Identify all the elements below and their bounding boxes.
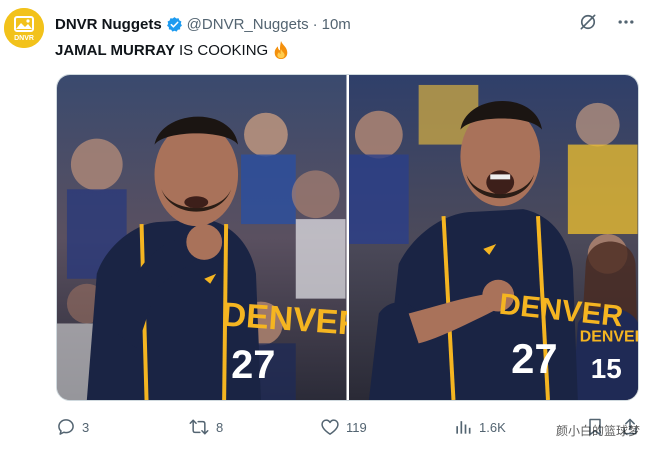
separator-dot: · xyxy=(312,15,318,33)
tweet-header: DNVR Nuggets @DNVR_Nuggets · 10m xyxy=(55,13,351,35)
like-count: 119 xyxy=(346,419,367,435)
retweet-count: 8 xyxy=(216,419,224,435)
avatar[interactable]: DNVR xyxy=(4,8,44,48)
tweet-media[interactable]: DENVER 27 DENVER 15 xyxy=(56,74,639,401)
display-name[interactable]: DNVR Nuggets xyxy=(55,16,162,33)
reply-icon xyxy=(58,419,74,435)
reply-button[interactable]: 3 xyxy=(56,417,89,437)
tweet-actions: 3 8 119 1.6K xyxy=(56,414,641,440)
tweet-text-rest: IS COOKING xyxy=(179,41,269,59)
tweet-text-bold: JAMAL MURRAY xyxy=(55,41,176,59)
views-count: 1.6K xyxy=(479,419,506,435)
like-button[interactable]: 119 xyxy=(320,417,367,437)
photo-left[interactable]: DENVER 27 xyxy=(57,75,347,400)
watermark: 颜小白的篮球梦 xyxy=(555,424,640,438)
grok-icon[interactable] xyxy=(578,12,598,32)
avatar-text: DNVR xyxy=(14,35,34,42)
heart-icon xyxy=(321,419,339,435)
retweet-icon xyxy=(189,419,209,435)
fan-jersey-number: 15 xyxy=(590,353,621,384)
jersey-number-left: 27 xyxy=(231,343,275,387)
jersey-number-right: 27 xyxy=(511,335,557,382)
header-actions xyxy=(578,12,636,32)
reply-count: 3 xyxy=(82,419,90,435)
fire-icon xyxy=(272,40,290,60)
views-button[interactable]: 1.6K xyxy=(453,417,506,437)
verified-badge-icon xyxy=(166,16,183,33)
retweet-button[interactable]: 8 xyxy=(188,417,223,437)
player-pointing-image: DENVER 27 xyxy=(57,75,347,400)
more-icon[interactable] xyxy=(616,12,636,32)
dnvr-logo-icon: DNVR xyxy=(4,8,44,48)
player-celebrating-image: DENVER 15 DENVER 27 xyxy=(348,75,638,400)
views-icon xyxy=(456,421,471,434)
tweet-text: JAMAL MURRAY IS COOKING xyxy=(55,38,290,62)
handle[interactable]: @DNVR_Nuggets xyxy=(187,16,309,33)
timestamp[interactable]: 10m xyxy=(322,16,351,33)
photo-right[interactable]: DENVER 15 DENVER 27 xyxy=(348,75,638,400)
